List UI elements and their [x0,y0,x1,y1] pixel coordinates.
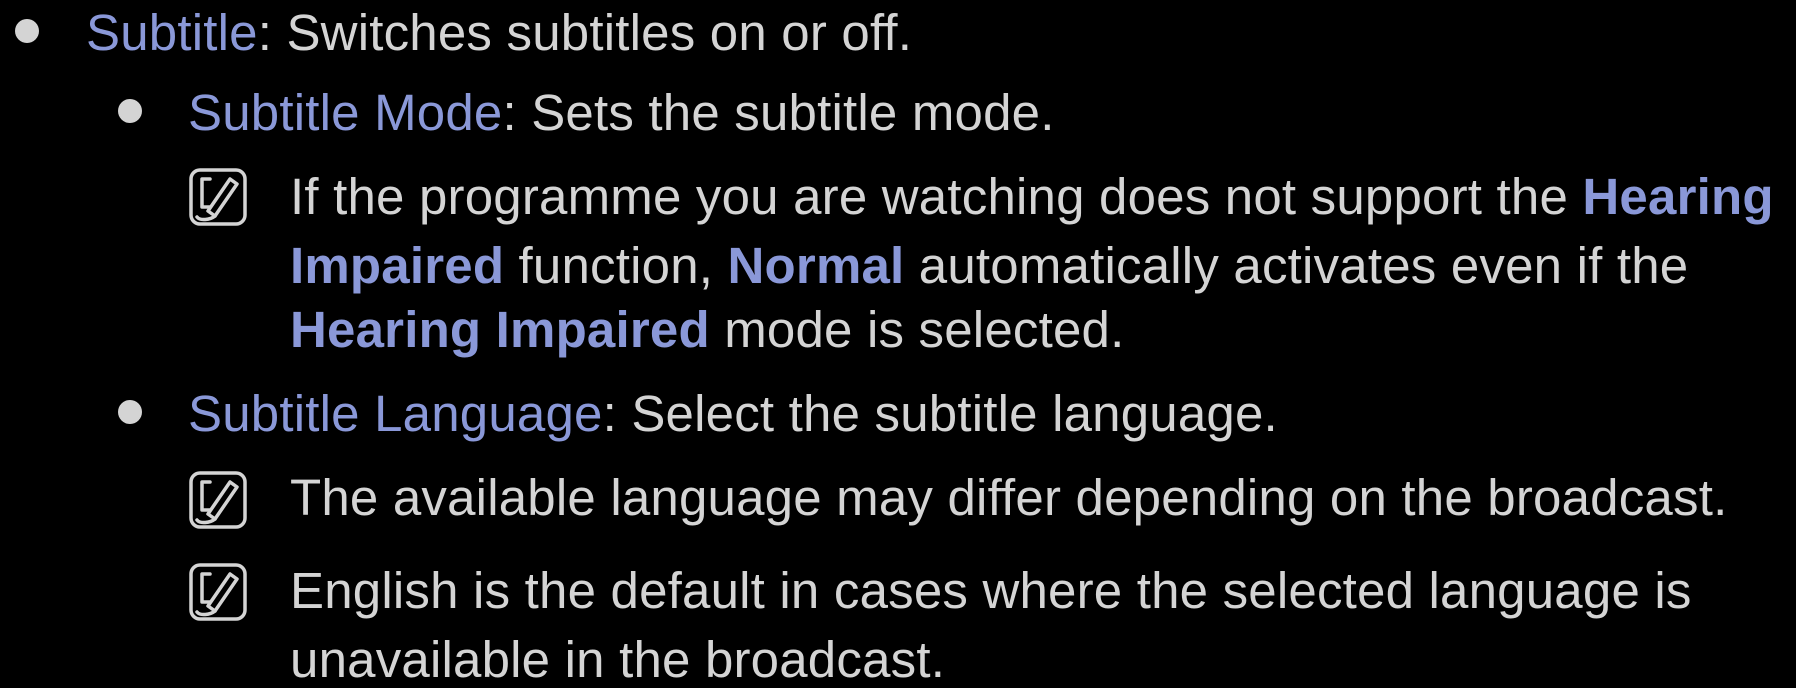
note-text: English is the default in cases where th… [290,562,1692,619]
subtitle-mode-item: Subtitle Mode: Sets the subtitle mode. [188,87,1055,138]
note-text: automatically activates even if the [904,237,1689,294]
note-term-hearing-impaired: Hearing Impaired [290,301,710,358]
subtitle-language-item: Subtitle Language: Select the subtitle l… [188,388,1278,439]
subtitle-mode-term: Subtitle Mode [188,84,503,141]
note-icon [188,167,248,227]
subtitle-language-term: Subtitle Language [188,385,603,442]
subtitle-mode-note-line-2: Impaired function, Normal automatically … [290,240,1688,291]
note-text: The available language may differ depend… [290,469,1728,526]
bullet-subtitle [15,19,39,43]
subtitle-mode-note-line-1: If the programme you are watching does n… [290,171,1774,222]
note-text: unavailable in the broadcast. [290,631,946,688]
note-text: If the programme you are watching does n… [290,168,1583,225]
subtitle-language-note-2-line-2: unavailable in the broadcast. [290,634,945,685]
subtitle-mode-note-line-3: Hearing Impaired mode is selected. [290,304,1124,355]
note-icon [188,470,248,530]
note-text: mode is selected. [709,301,1125,358]
note-text: function, [504,237,728,294]
subtitle-language-desc: : Select the subtitle language. [602,385,1278,442]
subtitle-desc: : Switches subtitles on or off. [257,4,913,61]
subtitle-language-note-2-line-1: English is the default in cases where th… [290,565,1692,616]
note-term-impaired: Impaired [290,237,505,294]
subtitle-term: Subtitle [86,4,258,61]
bullet-subtitle-language [118,400,142,424]
subtitle-language-note-1: The available language may differ depend… [290,472,1727,523]
subtitle-mode-desc: : Sets the subtitle mode. [502,84,1055,141]
bullet-subtitle-mode [118,99,142,123]
note-term-hearing: Hearing [1582,168,1774,225]
note-icon [188,562,248,622]
note-term-normal: Normal [727,237,905,294]
subtitle-item: Subtitle: Switches subtitles on or off. [86,7,912,58]
